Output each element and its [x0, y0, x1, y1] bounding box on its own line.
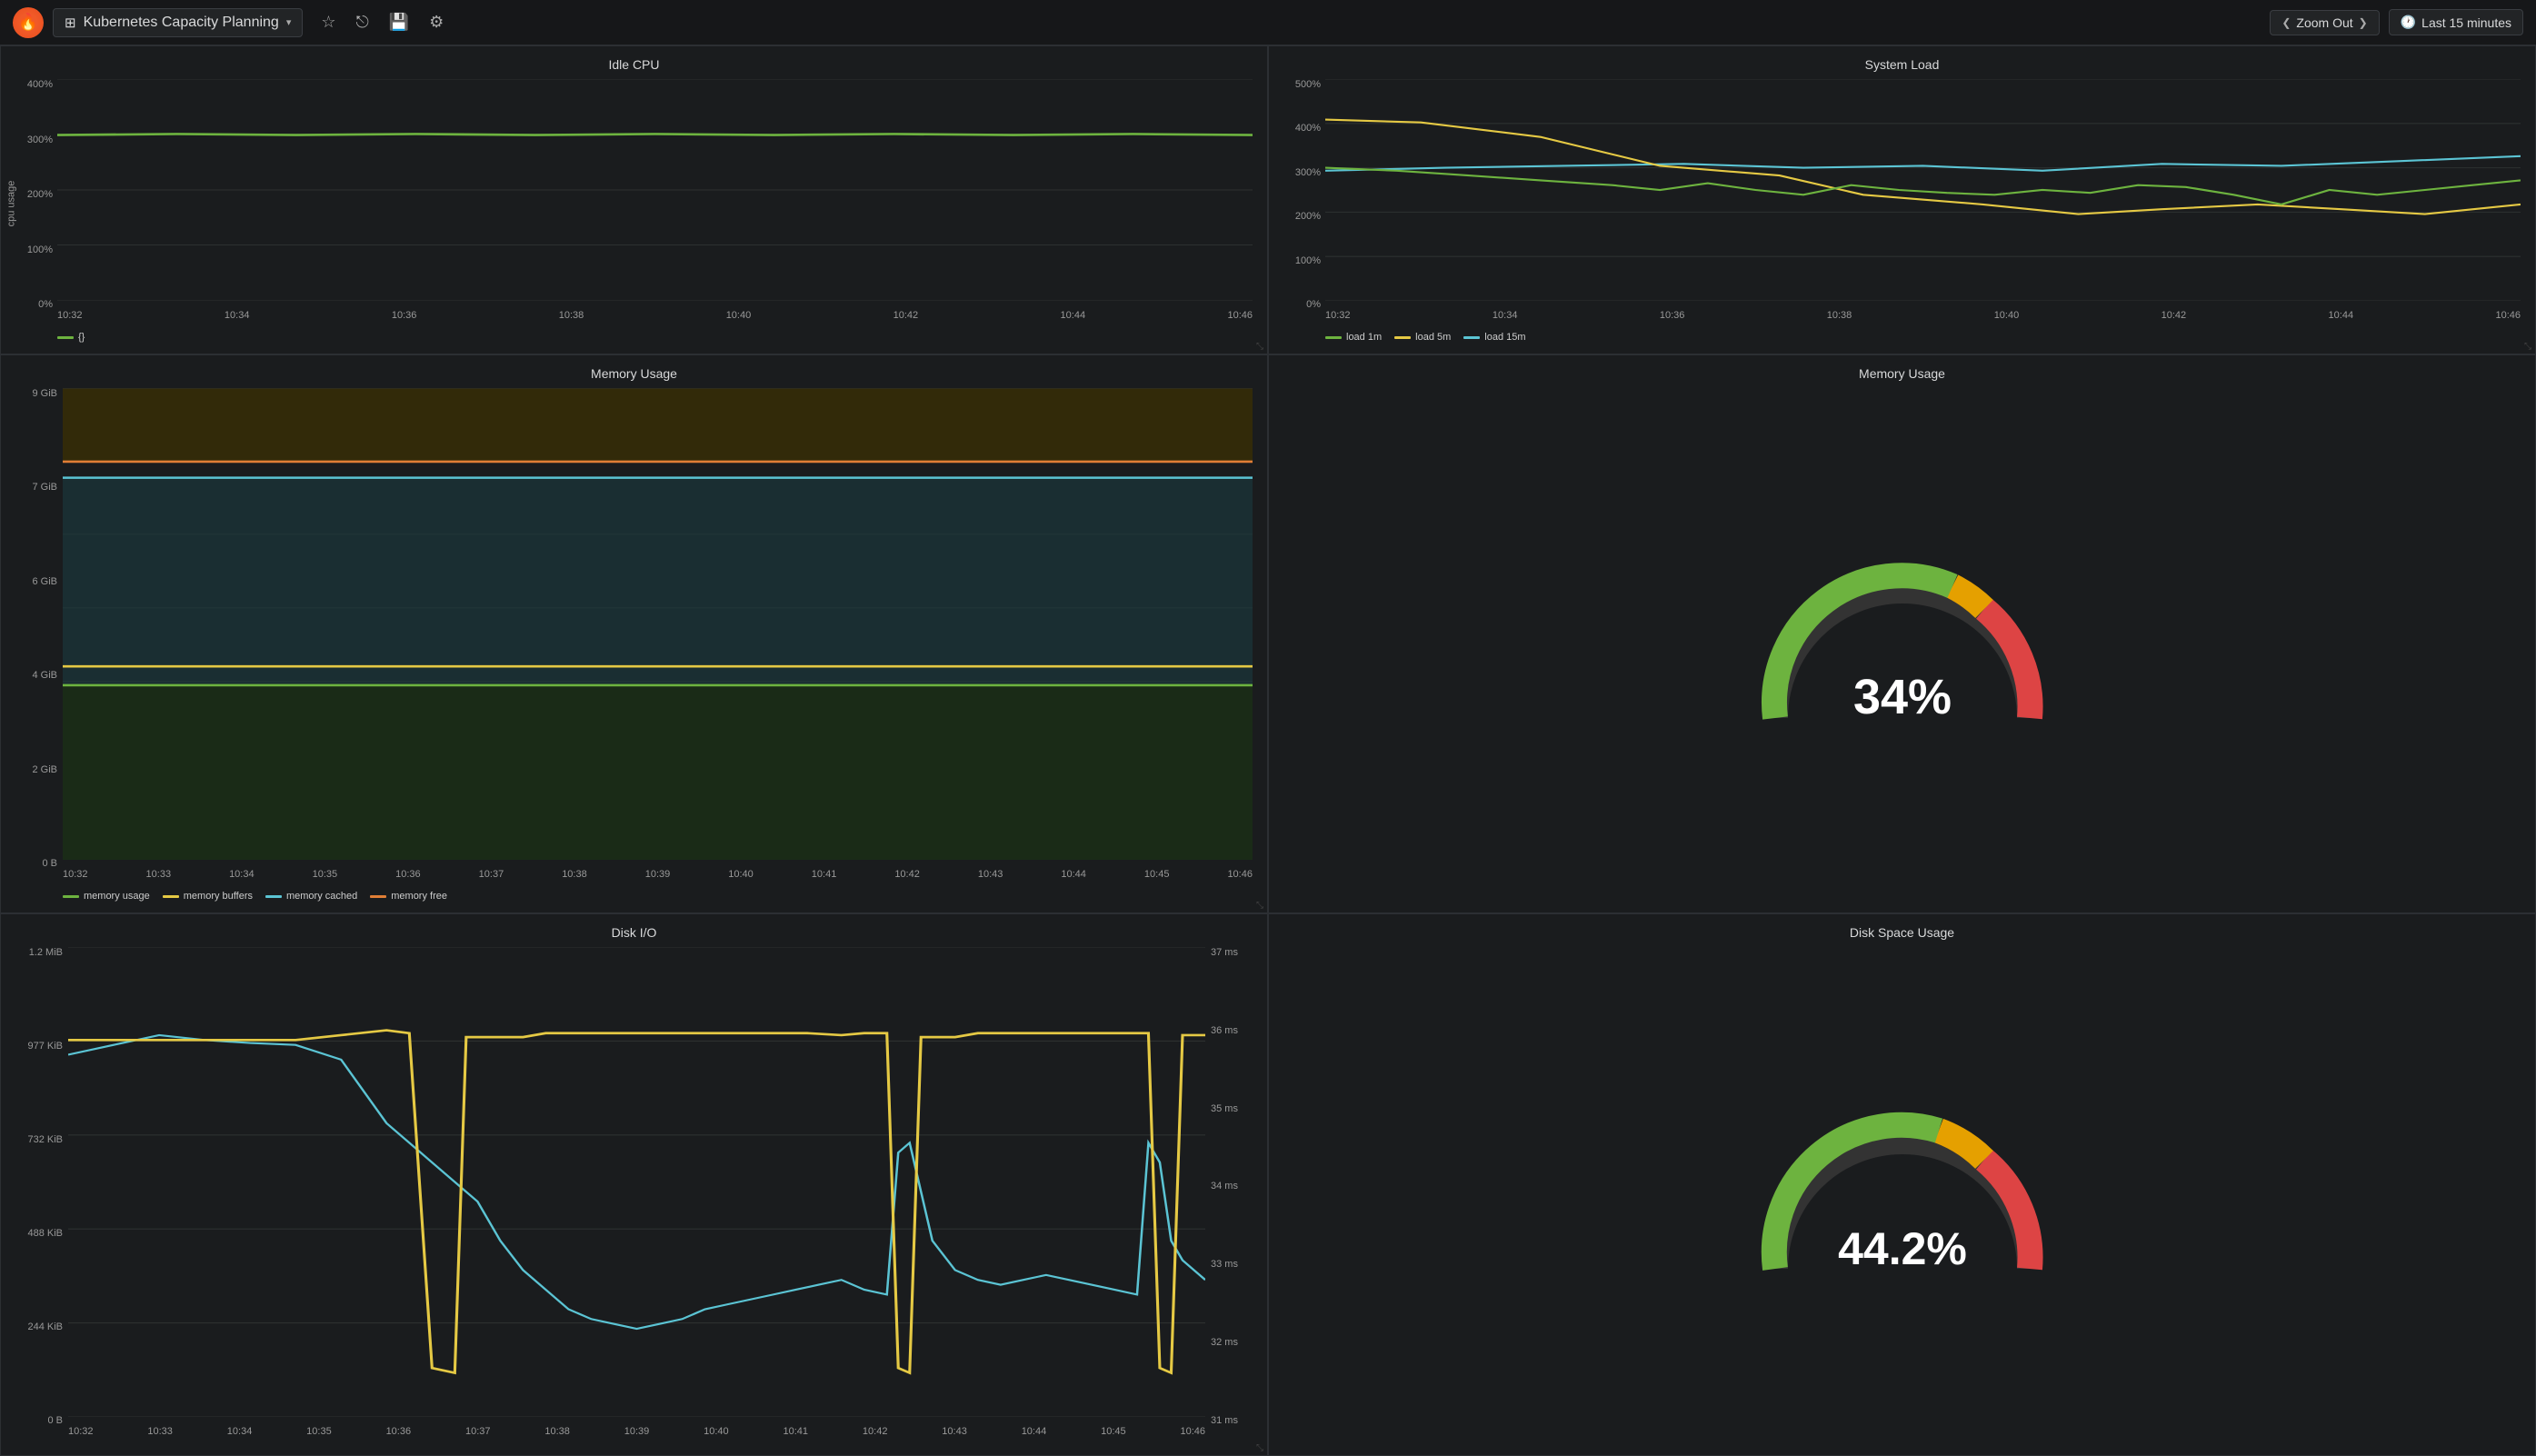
- resize-handle[interactable]: ⤡: [1256, 342, 1263, 352]
- y-axis-label: cpu usage: [5, 181, 16, 227]
- logo-button[interactable]: 🔥: [13, 7, 44, 38]
- disk-gauge-svg: 44.2%: [1739, 1096, 2066, 1296]
- legend-label: {}: [78, 332, 85, 343]
- idle-cpu-legend: {}: [15, 332, 1253, 343]
- legend-label-load15m: load 15m: [1484, 332, 1525, 343]
- idle-cpu-title: Idle CPU: [15, 57, 1253, 72]
- zoom-out-label: Zoom Out: [2296, 15, 2352, 30]
- disk-io-content: 1.2 MiB 977 KiB 732 KiB 488 KiB 244 KiB …: [15, 947, 1253, 1444]
- legend-color-load15m: [1463, 336, 1480, 339]
- idle-cpu-y-axis: 400% 300% 200% 100% 0%: [15, 79, 56, 310]
- legend-color: [163, 895, 179, 898]
- legend-item-mem-free: memory free: [370, 891, 447, 902]
- dashboard-grid-icon: ⊞: [65, 15, 76, 31]
- y-label: 100%: [27, 244, 53, 255]
- legend-item-mem-usage: memory usage: [63, 891, 150, 902]
- legend-item-mem-buffers: memory buffers: [163, 891, 253, 902]
- resize-handle[interactable]: ⤡: [1256, 1443, 1263, 1453]
- star-button[interactable]: ☆: [317, 9, 339, 35]
- idle-cpu-chart: [57, 79, 1253, 301]
- share-button[interactable]: ⎋: [353, 9, 373, 35]
- dashboard-grid: Idle CPU 400% 300% 200% 100% 0% cpu usag…: [0, 45, 2536, 1456]
- memory-x-axis: 10:32 10:33 10:34 10:35 10:36 10:37 10:3…: [63, 867, 1253, 887]
- memory-gauge-container: 34%: [1739, 388, 2066, 902]
- system-load-x-axis: 10:32 10:34 10:36 10:38 10:40 10:42 10:4…: [1325, 308, 2521, 328]
- time-range-label: Last 15 minutes: [2421, 15, 2511, 30]
- legend-label-load1m: load 1m: [1346, 332, 1382, 343]
- memory-y-axis: 9 GiB 7 GiB 6 GiB 4 GiB 2 GiB 0 B: [15, 388, 61, 869]
- time-range-button[interactable]: 🕐 Last 15 minutes: [2389, 9, 2523, 35]
- disk-gauge-container: 44.2%: [1739, 947, 2066, 1444]
- idle-cpu-x-axis: 10:32 10:34 10:36 10:38 10:40 10:42 10:4…: [57, 308, 1253, 328]
- dashboard-title-button[interactable]: ⊞ Kubernetes Capacity Planning ▾: [53, 8, 303, 37]
- resize-handle[interactable]: ⤡: [1256, 901, 1263, 911]
- memory-gauge-svg: 34%: [1739, 545, 2066, 745]
- legend-color: [265, 895, 282, 898]
- system-load-panel: System Load 500% 400% 300% 200% 100% 0%: [1268, 45, 2536, 354]
- legend-item: {}: [57, 332, 85, 343]
- memory-usage-chart: [63, 388, 1253, 860]
- legend-color: [63, 895, 79, 898]
- memory-usage-chart-title: Memory Usage: [15, 366, 1253, 381]
- memory-gauge-title: Memory Usage: [1859, 366, 1945, 381]
- legend-color-load1m: [1325, 336, 1342, 339]
- chevron-left-icon: ❮: [2281, 16, 2291, 29]
- svg-text:44.2%: 44.2%: [1838, 1223, 1967, 1274]
- legend-color: [370, 895, 386, 898]
- system-load-content: 500% 400% 300% 200% 100% 0%: [1283, 79, 2521, 328]
- system-load-title: System Load: [1283, 57, 2521, 72]
- legend-label: memory cached: [286, 891, 357, 902]
- svg-text:34%: 34%: [1852, 670, 1951, 724]
- chevron-right-icon: ❯: [2359, 16, 2368, 29]
- system-load-y-axis: 500% 400% 300% 200% 100% 0%: [1283, 79, 1324, 310]
- dashboard-title: Kubernetes Capacity Planning: [84, 15, 279, 31]
- memory-usage-chart-panel: Memory Usage 9 GiB 7 GiB 6 GiB 4 GiB 2 G…: [0, 354, 1268, 913]
- y-label: 200%: [27, 189, 53, 200]
- legend-label: memory usage: [84, 891, 150, 902]
- chevron-down-icon: ▾: [286, 16, 292, 28]
- topnav-right: ❮ Zoom Out ❯ 🕐 Last 15 minutes: [2270, 9, 2523, 35]
- legend-color-load5m: [1394, 336, 1411, 339]
- legend-label: memory free: [391, 891, 447, 902]
- clock-icon: 🕐: [2401, 15, 2416, 30]
- disk-io-chart: [68, 947, 1205, 1417]
- system-load-chart: [1325, 79, 2521, 301]
- y-label: 400%: [27, 79, 53, 90]
- topnav-actions: ☆ ⎋ 💾 ⚙: [317, 9, 447, 35]
- idle-cpu-panel: Idle CPU 400% 300% 200% 100% 0% cpu usag…: [0, 45, 1268, 354]
- zoom-out-button[interactable]: ❮ Zoom Out ❯: [2270, 10, 2379, 35]
- disk-io-y-axis-left: 1.2 MiB 977 KiB 732 KiB 488 KiB 244 KiB …: [15, 947, 66, 1426]
- legend-color: [57, 336, 74, 339]
- disk-io-panel: Disk I/O 1.2 MiB 977 KiB 732 KiB 488 KiB…: [0, 913, 1268, 1456]
- legend-item-load15m: load 15m: [1463, 332, 1525, 343]
- settings-button[interactable]: ⚙: [425, 9, 447, 35]
- topnav: 🔥 ⊞ Kubernetes Capacity Planning ▾ ☆ ⎋ 💾…: [0, 0, 2536, 45]
- disk-io-title: Disk I/O: [15, 925, 1253, 940]
- memory-legend: memory usage memory buffers memory cache…: [15, 891, 1253, 902]
- y-label: 300%: [27, 135, 53, 145]
- legend-item-mem-cached: memory cached: [265, 891, 357, 902]
- system-load-legend: load 1m load 5m load 15m: [1283, 332, 2521, 343]
- legend-item-load1m: load 1m: [1325, 332, 1382, 343]
- memory-usage-chart-content: 9 GiB 7 GiB 6 GiB 4 GiB 2 GiB 0 B: [15, 388, 1253, 887]
- legend-label-load5m: load 5m: [1415, 332, 1451, 343]
- disk-space-gauge-panel: Disk Space Usage 44.2%: [1268, 913, 2536, 1456]
- legend-label: memory buffers: [184, 891, 253, 902]
- y-label: 0%: [38, 299, 53, 310]
- resize-handle[interactable]: ⤡: [2524, 342, 2531, 352]
- save-button[interactable]: 💾: [385, 9, 413, 35]
- memory-gauge-panel: Memory Usage 34%: [1268, 354, 2536, 913]
- idle-cpu-content: 400% 300% 200% 100% 0% cpu usage: [15, 79, 1253, 328]
- legend-item-load5m: load 5m: [1394, 332, 1451, 343]
- disk-space-gauge-title: Disk Space Usage: [1850, 925, 1954, 940]
- disk-io-x-axis: 10:32 10:33 10:34 10:35 10:36 10:37 10:3…: [68, 1424, 1205, 1444]
- disk-io-y-axis-right: 37 ms 36 ms 35 ms 34 ms 33 ms 32 ms 31 m…: [1207, 947, 1253, 1426]
